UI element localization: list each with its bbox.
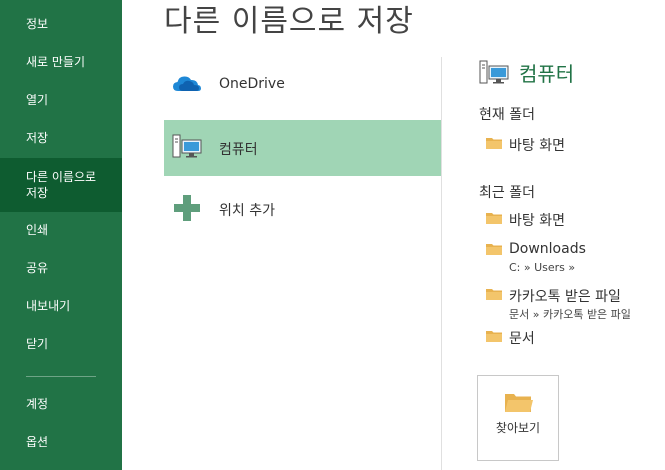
backstage-nav: 정보 새로 만들기 열기 저장 다른 이름으로 저장 인쇄 공유 내보내기 닫기…: [0, 0, 122, 470]
recent-folder-desktop[interactable]: 바탕 화면: [486, 210, 636, 230]
location-label: 컴퓨터: [219, 142, 258, 158]
location-onedrive[interactable]: OneDrive: [164, 57, 441, 113]
nav-item-account[interactable]: 계정: [0, 396, 122, 412]
nav-item-print[interactable]: 인쇄: [0, 222, 122, 238]
browse-label: 찾아보기: [495, 421, 541, 435]
folder-name: 카카오톡 받은 파일: [509, 289, 621, 305]
nav-item-open[interactable]: 열기: [0, 92, 122, 108]
nav-item-save[interactable]: 저장: [0, 130, 122, 146]
folder-name: 바탕 화면: [509, 213, 565, 229]
folder-icon: [486, 331, 502, 342]
open-folder-icon: [505, 394, 533, 412]
panel-divider: [441, 57, 442, 470]
folder-icon: [486, 289, 502, 300]
recent-folder-title: 최근 폴더: [479, 185, 535, 201]
recent-folder-downloads[interactable]: Downloads C: » Users »: [486, 241, 656, 277]
computer-icon: [172, 134, 202, 158]
plus-icon: [174, 195, 200, 221]
current-folder-desktop[interactable]: 바탕 화면: [486, 135, 636, 155]
location-label: 위치 추가: [219, 203, 275, 219]
nav-item-save-as[interactable]: 다른 이름으로 저장: [0, 158, 122, 212]
nav-item-share[interactable]: 공유: [0, 260, 122, 276]
current-folder-title: 현재 폴더: [479, 107, 535, 123]
location-label: OneDrive: [219, 76, 285, 92]
nav-item-close[interactable]: 닫기: [0, 336, 122, 352]
page-title: 다른 이름으로 저장: [164, 4, 414, 39]
recent-folder-kakaotalk[interactable]: 카카오톡 받은 파일 문서 » 카카오톡 받은 파일: [486, 286, 661, 322]
folder-name: 문서: [509, 331, 535, 347]
nav-item-new[interactable]: 새로 만들기: [0, 54, 122, 70]
folder-name: 바탕 화면: [509, 138, 565, 154]
folder-name: Downloads: [509, 241, 586, 257]
folder-icon: [486, 213, 502, 224]
nav-item-options[interactable]: 옵션: [0, 434, 122, 450]
location-computer[interactable]: 컴퓨터: [164, 120, 441, 176]
panel-heading: 컴퓨터: [519, 62, 575, 86]
nav-item-info[interactable]: 정보: [0, 16, 122, 32]
onedrive-cloud-icon: [173, 76, 201, 91]
folder-icon: [486, 244, 502, 255]
folder-path: C: » Users »: [509, 261, 576, 274]
recent-folder-documents[interactable]: 문서: [486, 328, 636, 348]
location-add-place[interactable]: 위치 추가: [164, 181, 441, 237]
nav-item-export[interactable]: 내보내기: [0, 298, 122, 314]
browse-button[interactable]: 찾아보기: [477, 375, 559, 461]
folder-path: 문서 » 카카오톡 받은 파일: [509, 308, 631, 321]
computer-icon: [479, 60, 509, 84]
folder-icon: [486, 138, 502, 149]
nav-separator: [26, 376, 96, 377]
